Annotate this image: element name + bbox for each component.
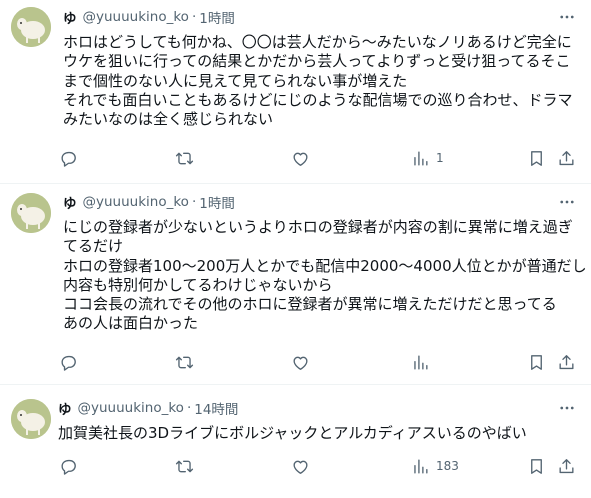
share-button[interactable] [557,456,576,476]
timestamp[interactable]: 14時間 [194,398,238,418]
retweet-icon [175,152,194,164]
separator-dot: · [191,194,197,210]
avatar[interactable] [11,399,51,439]
views-icon [414,354,428,370]
retweet-icon [175,356,194,368]
views-count: 1 [436,151,444,165]
reply-button[interactable] [59,352,78,372]
avatar[interactable] [11,7,51,47]
tweet-header: ゆ @yuuuukino_ko · 14時間 [58,398,238,418]
retweet-icon [175,460,194,472]
tweet-text-line: てるだけ [63,237,124,256]
like-button[interactable] [291,352,310,372]
tweet-actions: 1 [59,148,579,168]
bookmark-button[interactable] [527,148,546,168]
tweet-actions: 183 [59,456,579,476]
bookmark-button[interactable] [527,456,546,476]
tweet-text-line: ココ会長の流れでその他のホロに登録者が異常に増えただけだと思ってる [63,295,557,314]
share-button[interactable] [557,148,576,168]
views-button[interactable]: 1 [411,148,444,168]
tweet-actions [59,352,579,372]
views-icon [414,150,428,166]
display-name[interactable]: ゆ [63,7,77,27]
sheep-avatar-image [11,193,51,233]
more-icon[interactable] [557,398,577,418]
display-name[interactable]: ゆ [58,398,72,418]
like-button[interactable] [291,148,310,168]
user-handle[interactable]: @yuuuukino_ko [83,194,189,210]
tweet-text: 加賀美社長の3Dライブにボルジャックとアルカディアスいるのやばい [58,424,573,443]
separator-dot: · [191,9,197,25]
tweet-text-line: ウケを狙いに行っての結果とかだから芸人ってよりずっと受け狙ってるそこ [63,52,571,71]
tweet-text-line: ホロはどうしても何かね、〇〇は芸人だから〜みたいなノリあるけど完全に [63,33,572,51]
tweet-header: ゆ @yuuuukino_ko · 1時間 [63,192,235,212]
timestamp[interactable]: 1時間 [199,192,235,212]
reply-icon [61,151,76,167]
tweet-header: ゆ @yuuuukino_ko · 1時間 [63,7,235,27]
share-icon [559,150,574,165]
views-count: 183 [436,459,459,473]
sheep-avatar-image [11,7,51,47]
bookmark-icon [531,354,542,370]
bookmark-icon [531,458,542,474]
user-handle[interactable]: @yuuuukino_ko [83,9,189,25]
share-icon [559,354,574,369]
tweet-text-line: にじの登録者が少ないというよりホロの登録者が内容の割に異常に増え過ぎ [63,218,573,236]
retweet-button[interactable] [175,456,194,476]
user-handle[interactable]: @yuuuukino_ko [78,400,184,416]
views-icon [414,458,428,474]
avatar[interactable] [11,193,51,233]
separator-dot: · [186,400,192,416]
display-name[interactable]: ゆ [63,192,77,212]
reply-button[interactable] [59,456,78,476]
tweet-text-line: みたいなのは全く感じられない [63,110,274,129]
tweet-text-line: まで個性のない人に見えて見てられない事が増えた [63,71,408,90]
like-icon [293,460,308,474]
tweet-text: にじの登録者が少ないというよりホロの登録者が内容の割に異常に増え過ぎ てるだけ … [63,218,587,334]
tweet-3[interactable]: ゆ @yuuuukino_ko · 14時間 加賀美社長の3Dライブにボルジャッ… [0,385,591,498]
tweet-2[interactable]: ゆ @yuuuukino_ko · 1時間 にじの登録者が少ないというよりホロの… [0,184,591,384]
sheep-avatar-image [11,399,51,439]
views-button[interactable]: 183 [411,456,459,476]
bookmark-button[interactable] [527,352,546,372]
more-icon[interactable] [557,7,577,27]
retweet-button[interactable] [175,352,194,372]
tweet-text-line: それでも面白いこともあるけどにじのような配信場での巡り合わせ、ドラマ [63,90,573,109]
like-button[interactable] [291,456,310,476]
tweet-text-line: ホロの登録者100〜200万人とかでも配信中2000〜4000人位とかが普通だし [63,256,587,275]
like-icon [293,356,308,370]
reply-icon [61,459,76,475]
share-button[interactable] [557,352,576,372]
reply-button[interactable] [59,148,78,168]
share-icon [559,458,574,473]
like-icon [293,152,308,166]
more-icon[interactable] [557,192,577,212]
retweet-button[interactable] [175,148,194,168]
tweet-text-line: あの人は面白かった [63,314,199,333]
tweet-text-line: 加賀美社長の3Dライブにボルジャックとアルカディアスいるのやばい [58,424,527,442]
timestamp[interactable]: 1時間 [199,7,235,27]
tweet-1[interactable]: ゆ @yuuuukino_ko · 1時間 ホロはどうしても何かね、〇〇は芸人だ… [0,0,591,183]
reply-icon [61,355,76,371]
bookmark-icon [531,150,542,166]
views-button[interactable] [411,352,436,372]
tweet-text-line: 内容も特別何かしてるわけじゃないから [63,275,333,294]
tweet-text: ホロはどうしても何かね、〇〇は芸人だから〜みたいなノリあるけど完全に ウケを狙い… [63,33,578,129]
